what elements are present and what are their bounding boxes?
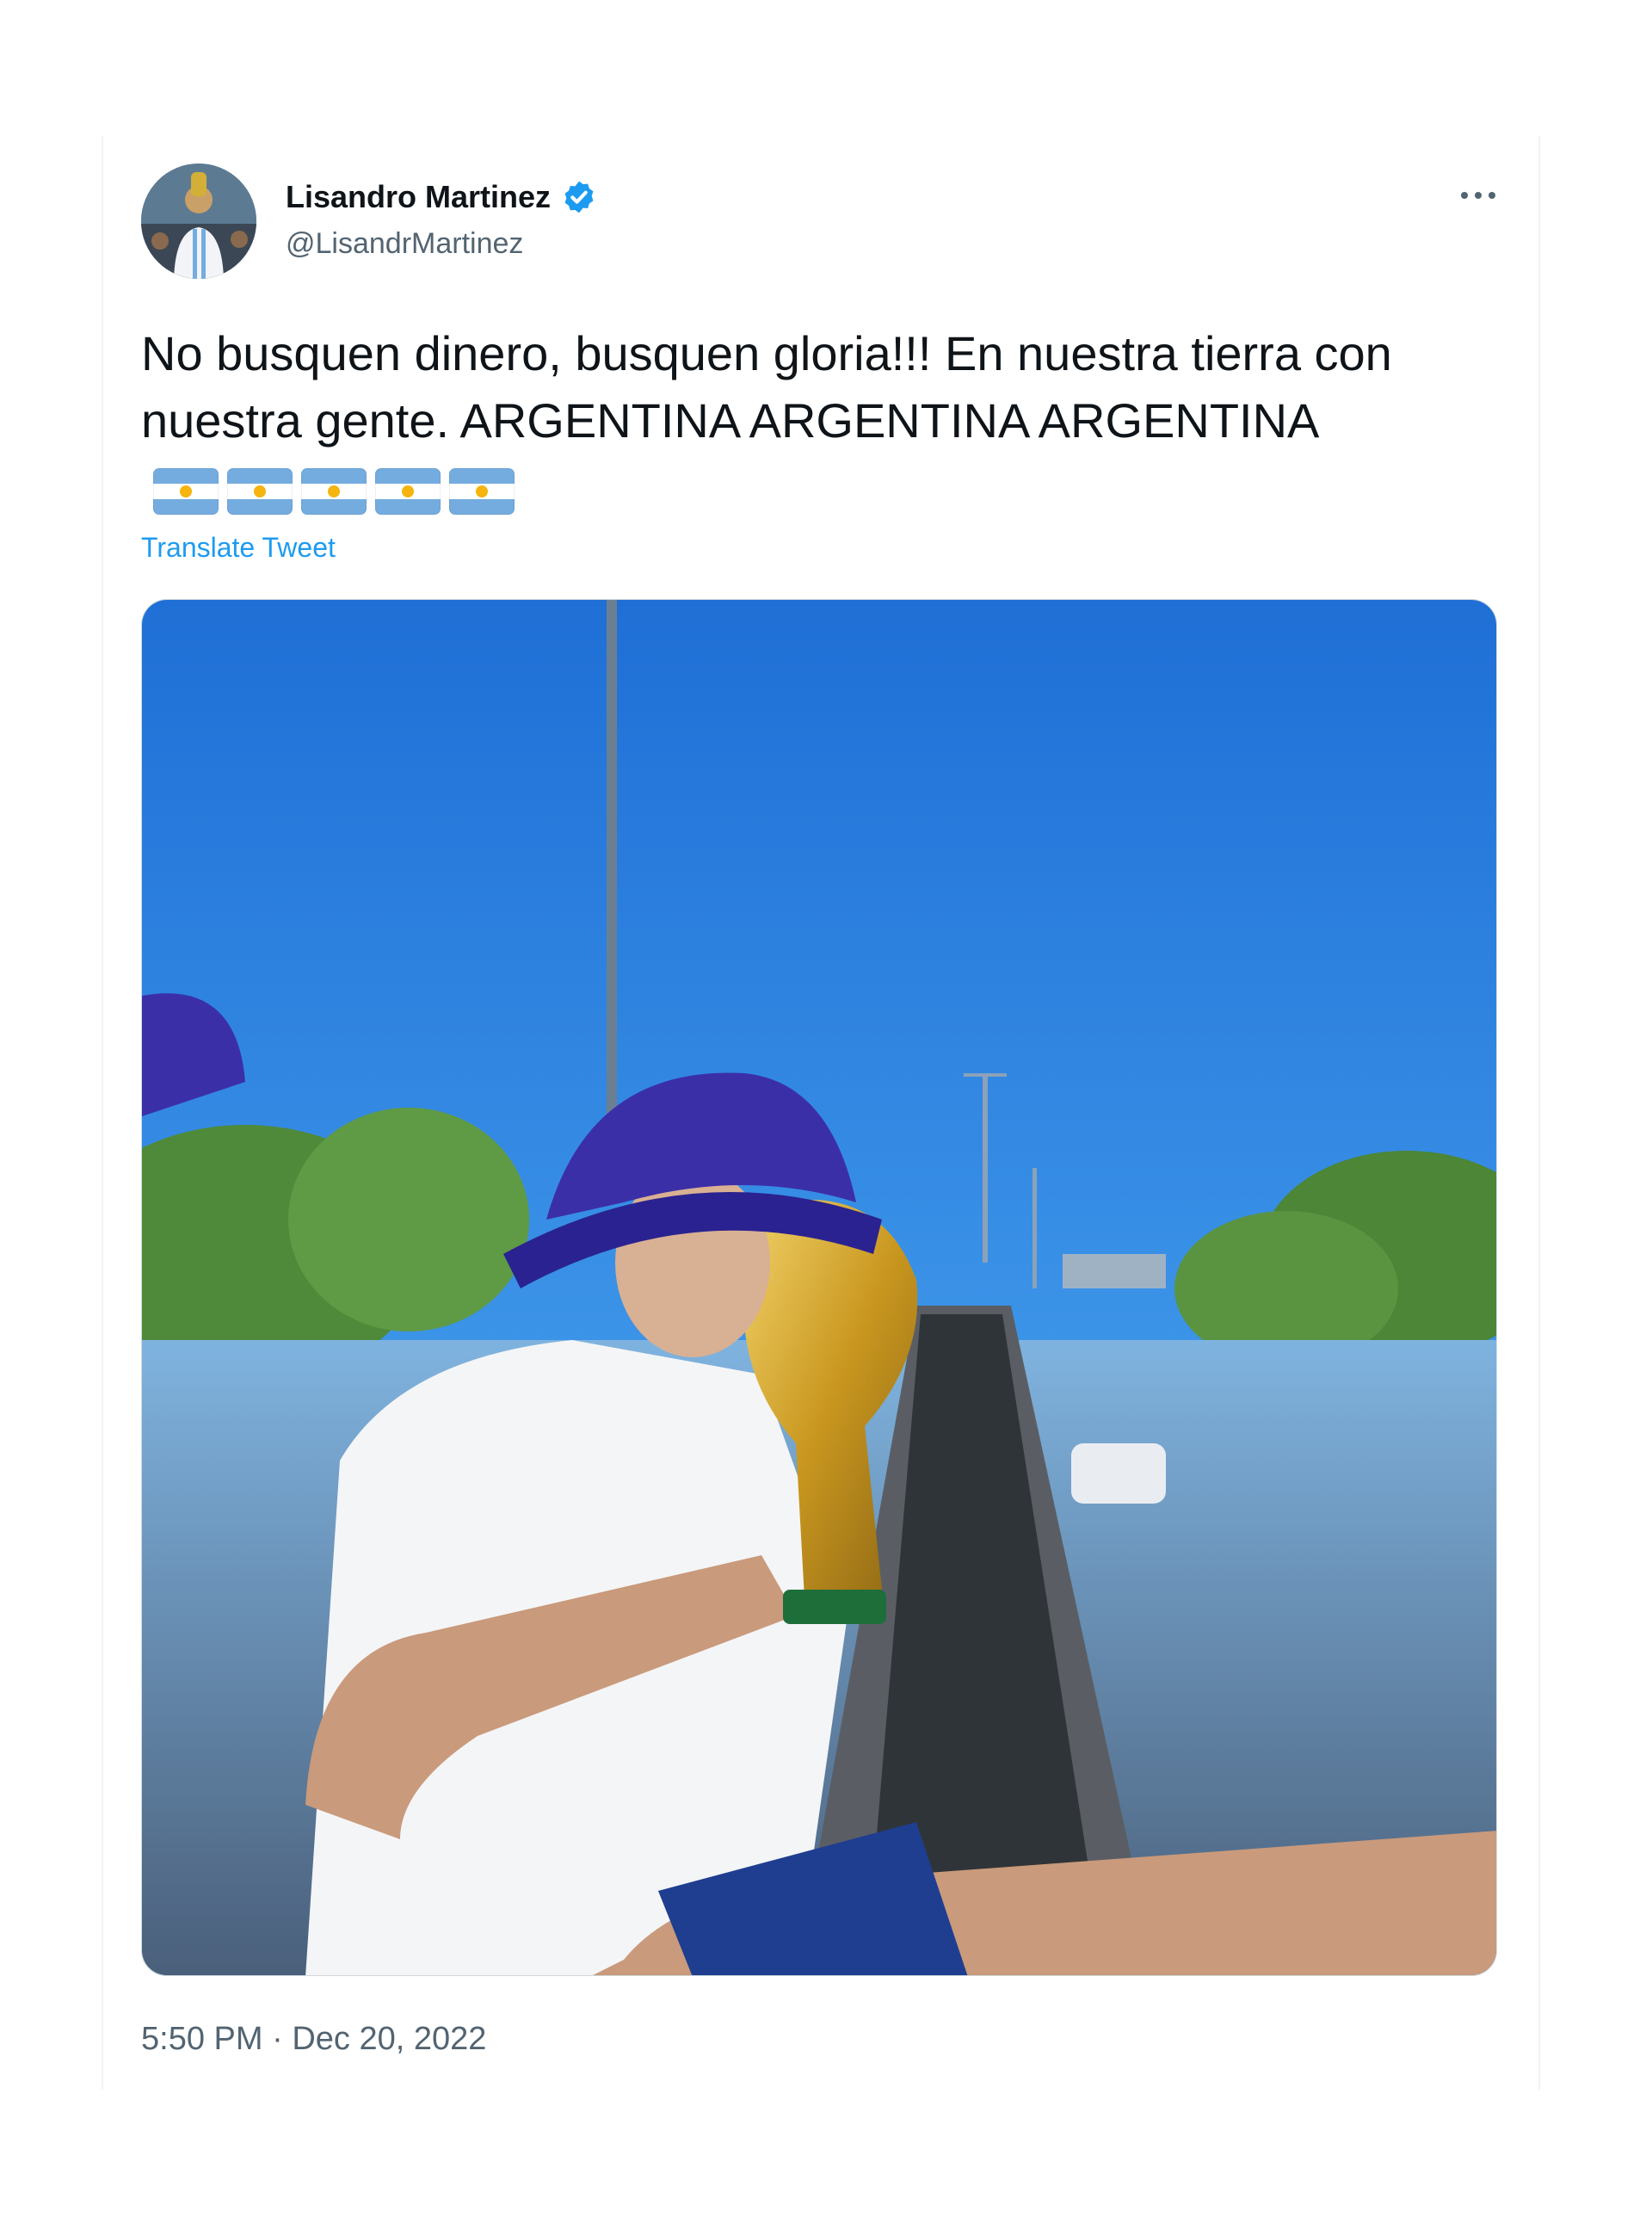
author-name-row: Lisandro Martinez xyxy=(286,176,597,218)
photo-scene xyxy=(142,600,1496,1975)
translate-tweet-link[interactable]: Translate Tweet xyxy=(141,532,336,564)
time-separator: · xyxy=(262,2021,293,2057)
flag-argentina-icon xyxy=(449,468,515,516)
more-options-icon[interactable] xyxy=(1446,176,1511,214)
verified-badge-icon xyxy=(564,181,594,213)
tweet-body: No busquen dinero, busquen gloria!!! En … xyxy=(141,326,1392,448)
tweet-date[interactable]: Dec 20, 2022 xyxy=(292,2021,486,2057)
flag-argentina-icon xyxy=(301,468,367,516)
tweet-time[interactable]: 5:50 PM xyxy=(141,2021,263,2057)
author-avatar[interactable] xyxy=(141,164,256,279)
flag-argentina-icon xyxy=(227,468,293,516)
author-handle[interactable]: @LisandrMartinez xyxy=(286,227,523,261)
tweet-timestamp: 5:50 PM · Dec 20, 2022 xyxy=(141,2021,486,2058)
author-display-name[interactable]: Lisandro Martinez xyxy=(286,179,551,215)
flag-argentina-icon xyxy=(375,468,441,516)
flag-argentina-icon xyxy=(153,468,219,516)
emoji-flags xyxy=(153,468,515,516)
tweet-text: No busquen dinero, busquen gloria!!! En … xyxy=(141,320,1483,522)
tweet-photo[interactable] xyxy=(141,599,1497,1976)
